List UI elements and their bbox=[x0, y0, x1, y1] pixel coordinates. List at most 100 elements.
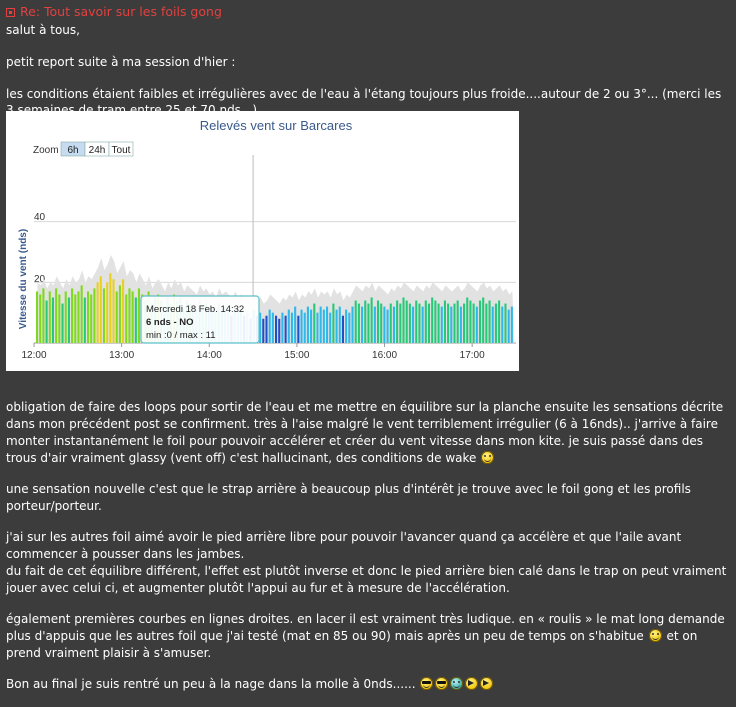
wind-bar bbox=[354, 300, 357, 343]
wind-bar bbox=[125, 294, 128, 343]
wind-bar bbox=[463, 303, 466, 343]
wind-bar bbox=[507, 309, 510, 343]
paragraph-curves-a: également premières courbes en lignes dr… bbox=[6, 612, 725, 643]
wind-bar bbox=[459, 306, 462, 343]
wind-bar bbox=[424, 300, 427, 343]
wind-bar bbox=[96, 282, 99, 343]
wind-bar bbox=[329, 312, 332, 343]
wind-bar bbox=[466, 297, 469, 343]
wind-bar bbox=[472, 303, 475, 343]
wind-bar bbox=[128, 288, 131, 343]
x-tick-17: 17:00 bbox=[460, 350, 485, 361]
paragraph-curves: également premières courbes en lignes dr… bbox=[6, 611, 732, 662]
wind-bar bbox=[112, 279, 115, 343]
wind-bar bbox=[453, 303, 456, 343]
wind-bar bbox=[36, 291, 39, 343]
wind-bar bbox=[478, 300, 482, 343]
wind-bar bbox=[364, 300, 367, 343]
wind-bar bbox=[281, 312, 284, 343]
wind-bar bbox=[51, 297, 55, 343]
wind-bar bbox=[392, 306, 395, 343]
wind-chart-svg: Relevés vent sur Barcares Zoom 6h 24h To… bbox=[18, 118, 516, 361]
cool-icon bbox=[420, 677, 434, 690]
wind-bar bbox=[39, 294, 42, 343]
wind-bar bbox=[262, 318, 265, 343]
smile-icon bbox=[648, 629, 662, 642]
wind-bar bbox=[71, 288, 74, 343]
wind-bar bbox=[434, 300, 437, 343]
wind-bar bbox=[58, 294, 61, 343]
wind-bar bbox=[90, 294, 93, 343]
smile-icon bbox=[481, 451, 495, 464]
wind-bar bbox=[351, 306, 354, 343]
wind-bar bbox=[300, 309, 303, 343]
wind-bar bbox=[287, 309, 290, 343]
paragraph-loops: obligation de faire des loops pour sorti… bbox=[6, 399, 732, 467]
wind-bar bbox=[440, 306, 443, 343]
x-tick-12: 12:00 bbox=[21, 350, 46, 361]
closing-line: Bon au final je suis rentré un peu à la … bbox=[6, 676, 732, 693]
post-title[interactable]: Re: Tout savoir sur les foils gong bbox=[20, 4, 222, 20]
wind-bar bbox=[510, 306, 513, 343]
wind-bar bbox=[131, 291, 134, 343]
wind-bar bbox=[380, 303, 383, 343]
wind-bar bbox=[294, 306, 297, 343]
wind-bar bbox=[290, 312, 294, 343]
wind-bar bbox=[437, 303, 440, 343]
wind-bar bbox=[115, 291, 118, 343]
paragraph-foot-a: j'ai sur les autres foil aimé avoir le p… bbox=[6, 530, 682, 561]
zoom-label: Zoom bbox=[33, 145, 59, 156]
wind-bar bbox=[64, 291, 67, 343]
wind-bar bbox=[106, 282, 109, 343]
wind-bar bbox=[482, 297, 485, 343]
cool-icon bbox=[435, 677, 449, 690]
intro-text: petit report suite à ma session d'hier : bbox=[6, 55, 236, 69]
wind-bar bbox=[450, 306, 453, 343]
wind-bar bbox=[278, 318, 281, 343]
wind-bar bbox=[55, 288, 58, 343]
wind-bar bbox=[265, 315, 268, 343]
tooltip-value: 6 nds - NO bbox=[146, 317, 194, 328]
wind-bar bbox=[504, 303, 507, 343]
wind-bar bbox=[325, 306, 329, 343]
zoom-24h-button[interactable]: 24h bbox=[89, 145, 106, 156]
wind-bar bbox=[402, 297, 405, 343]
greeting: salut à tous, bbox=[6, 23, 80, 37]
wind-bar bbox=[418, 303, 421, 343]
wind-bar bbox=[313, 303, 316, 343]
wind-bar bbox=[77, 291, 80, 343]
wind-bar bbox=[93, 288, 96, 343]
wind-bar bbox=[316, 312, 319, 343]
wind-bar bbox=[109, 273, 112, 343]
wind-bar bbox=[137, 288, 141, 343]
x-tick-13: 13:00 bbox=[109, 350, 134, 361]
post-title-row: Re: Tout savoir sur les foils gong bbox=[6, 4, 732, 20]
wind-bar bbox=[396, 300, 399, 343]
wind-bar bbox=[338, 306, 341, 343]
wind-bar bbox=[361, 306, 364, 343]
wind-bar bbox=[421, 306, 424, 343]
wind-bar bbox=[415, 300, 418, 343]
wind-bar bbox=[498, 300, 501, 343]
wind-bar bbox=[357, 303, 360, 343]
wind-bar bbox=[399, 303, 402, 343]
zoom-controls: Zoom 6h 24h Tout bbox=[33, 141, 134, 157]
wind-bar bbox=[86, 291, 90, 343]
paragraph-foot: j'ai sur les autres foil aimé avoir le p… bbox=[6, 529, 732, 597]
wind-bar bbox=[310, 309, 313, 343]
wind-bar bbox=[45, 300, 48, 343]
y-axis-label: Vitesse du vent (nds) bbox=[18, 229, 29, 329]
wind-bar bbox=[332, 303, 335, 343]
wind-bar bbox=[447, 303, 450, 343]
paragraph-foot-b: du fait de cet équilibre différent, l'ef… bbox=[6, 564, 727, 595]
zoom-6h-button[interactable]: 6h bbox=[67, 145, 78, 156]
wind-bar bbox=[122, 279, 125, 343]
wind-bar bbox=[408, 303, 411, 343]
wind-bar bbox=[306, 306, 309, 343]
zoom-all-button[interactable]: Tout bbox=[112, 145, 131, 156]
wind-bar bbox=[475, 306, 478, 343]
wind-bar bbox=[322, 309, 325, 343]
wind-bar bbox=[83, 297, 86, 343]
wind-bar bbox=[405, 300, 408, 343]
wind-bar bbox=[268, 309, 271, 343]
